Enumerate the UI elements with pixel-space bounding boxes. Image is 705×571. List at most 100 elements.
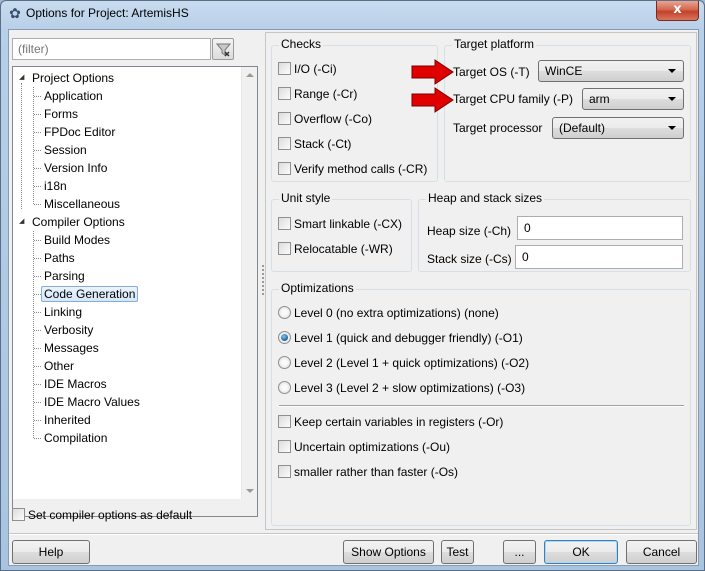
scroll-down-icon[interactable]	[246, 489, 254, 493]
tree-group-label: Compiler Options	[32, 215, 125, 229]
help-button[interactable]: Help	[12, 540, 90, 564]
window-title: Options for Project: ArtemisHS	[26, 6, 189, 20]
target-os-value: WinCE	[545, 64, 583, 78]
radio-button[interactable]	[278, 381, 291, 394]
radio-button[interactable]	[278, 356, 291, 369]
checkbox-box[interactable]	[278, 217, 291, 230]
more-button[interactable]: ...	[503, 540, 536, 564]
tree-item-parsing[interactable]: Parsing	[41, 267, 88, 285]
tree-item-ide-macro-values[interactable]: IDE Macro Values	[41, 393, 143, 411]
tree-item-code-generation[interactable]: Code Generation	[41, 285, 139, 303]
stack-size-input[interactable]: 0	[515, 245, 683, 269]
radio-level-0[interactable]: Level 0 (no extra optimizations) (none)	[278, 306, 499, 322]
checkbox-box[interactable]	[278, 162, 291, 175]
scroll-corner	[241, 499, 257, 516]
checkbox-box[interactable]	[278, 242, 291, 255]
check-relocatable[interactable]: Relocatable (-WR)	[278, 242, 393, 258]
tree-item-label: Application	[44, 89, 103, 103]
tree-item-i18n[interactable]: i18n	[41, 177, 70, 195]
ok-button[interactable]: OK	[544, 540, 618, 564]
tree-item-ide-macros[interactable]: IDE Macros	[41, 375, 110, 393]
options-tree[interactable]: ◢ Project Options Application Forms FPDoc Ed…	[12, 66, 258, 517]
target-cpu-select[interactable]: arm	[582, 88, 684, 110]
scroll-up-icon[interactable]	[246, 73, 254, 77]
tree-group-project-options[interactable]: ◢ Project Options	[17, 69, 117, 87]
code-generation-page: Checks I/O (-Ci) Range (-Cr) Overflow (-…	[265, 32, 697, 530]
expand-triangle-icon[interactable]: ◢	[19, 218, 27, 226]
tree-item-forms[interactable]: Forms	[41, 105, 81, 123]
tree-item-fpdoc-editor[interactable]: FPDoc Editor	[41, 123, 118, 141]
checkbox-box[interactable]	[278, 465, 291, 478]
filter-input[interactable]	[12, 38, 211, 60]
stack-size-label: Stack size (-Cs)	[427, 252, 512, 266]
chevron-down-icon	[668, 126, 676, 130]
tree-item-compilation[interactable]: Compilation	[41, 429, 110, 447]
expand-triangle-icon[interactable]: ◢	[19, 74, 27, 82]
heap-stack-group: Heap and stack sizes Heap size (-Ch) 0 S…	[418, 191, 691, 272]
tree-item-paths[interactable]: Paths	[41, 249, 78, 267]
tree-connector-line	[34, 366, 41, 367]
title-bar[interactable]: ✿ Options for Project: ArtemisHS x	[1, 1, 704, 28]
tree-item-label: Compilation	[44, 431, 108, 445]
checkbox-box[interactable]	[278, 440, 291, 453]
tree-group-compiler-options[interactable]: ◢ Compiler Options	[17, 213, 128, 231]
tree-item-linking[interactable]: Linking	[41, 303, 85, 321]
checkbox-box[interactable]	[278, 87, 291, 100]
checkbox-box[interactable]	[12, 508, 25, 521]
tree-item-label: Inherited	[44, 413, 91, 427]
tree-item-verbosity[interactable]: Verbosity	[41, 321, 96, 339]
radio-level-2[interactable]: Level 2 (Level 1 + quick optimizations) …	[278, 356, 529, 372]
check-range[interactable]: Range (-Cr)	[278, 87, 357, 103]
splitter-grip-icon[interactable]	[262, 265, 264, 295]
checks-title: Checks	[279, 37, 324, 51]
tree-item-build-modes[interactable]: Build Modes	[41, 231, 113, 249]
tree-connector-line	[34, 384, 41, 385]
level-1-label: Level 1 (quick and debugger friendly) (-…	[294, 331, 523, 345]
checkbox-box[interactable]	[278, 137, 291, 150]
radio-button-selected[interactable]	[278, 331, 291, 344]
checkbox-box[interactable]	[278, 112, 291, 125]
target-os-select[interactable]: WinCE	[538, 60, 684, 82]
tree-item-inherited[interactable]: Inherited	[41, 411, 94, 429]
smart-linkable-label: Smart linkable (-CX)	[294, 217, 403, 231]
check-io[interactable]: I/O (-Ci)	[278, 62, 337, 78]
target-cpu-label: Target CPU family (-P)	[453, 92, 574, 106]
heap-size-input[interactable]: 0	[517, 216, 683, 240]
tree-item-messages[interactable]: Messages	[41, 339, 102, 357]
radio-button[interactable]	[278, 306, 291, 319]
clear-filter-button[interactable]	[212, 38, 234, 60]
check-smart-linkable[interactable]: Smart linkable (-CX)	[278, 217, 402, 233]
tree-item-other[interactable]: Other	[41, 357, 77, 375]
tree-item-session[interactable]: Session	[41, 141, 90, 159]
tree-item-label: Miscellaneous	[44, 197, 121, 211]
radio-level-1[interactable]: Level 1 (quick and debugger friendly) (-…	[278, 331, 523, 347]
check-verify-label: Verify method calls (-CR)	[294, 162, 428, 176]
close-button[interactable]: x	[656, 1, 699, 21]
check-overflow[interactable]: Overflow (-Co)	[278, 112, 372, 128]
show-options-button[interactable]: Show Options	[343, 540, 434, 564]
tree-vertical-scrollbar[interactable]	[241, 67, 257, 499]
tree-item-application[interactable]: Application	[41, 87, 106, 105]
radio-level-3[interactable]: Level 3 (Level 2 + slow optimizations) (…	[278, 381, 525, 397]
tree-connector-line	[34, 186, 41, 187]
tree-item-label: IDE Macro Values	[44, 395, 140, 409]
tree-item-label: i18n	[44, 179, 67, 193]
checkbox-box[interactable]	[278, 62, 291, 75]
check-uncertain-optimizations[interactable]: Uncertain optimizations (-Ou)	[278, 440, 450, 456]
set-default-checkbox[interactable]: Set compiler options as default	[12, 508, 192, 524]
tree-item-version-info[interactable]: Version Info	[41, 159, 110, 177]
tree-item-miscellaneous[interactable]: Miscellaneous	[41, 195, 123, 213]
check-keep-registers[interactable]: Keep certain variables in registers (-Or…	[278, 415, 503, 431]
target-processor-select[interactable]: (Default)	[552, 117, 684, 139]
checkbox-box[interactable]	[278, 415, 291, 428]
filter-clear-icon	[216, 43, 231, 57]
check-verify-method-calls[interactable]: Verify method calls (-CR)	[278, 162, 427, 178]
check-smaller-not-faster[interactable]: smaller rather than faster (-Os)	[278, 465, 458, 481]
tree-item-label: IDE Macros	[44, 377, 107, 391]
cancel-button[interactable]: Cancel	[626, 540, 697, 564]
test-button[interactable]: Test	[441, 540, 474, 564]
tree-connector-line	[34, 348, 41, 349]
chevron-down-icon	[668, 69, 676, 73]
check-stack[interactable]: Stack (-Ct)	[278, 137, 351, 153]
tree-connector-line	[34, 312, 41, 313]
